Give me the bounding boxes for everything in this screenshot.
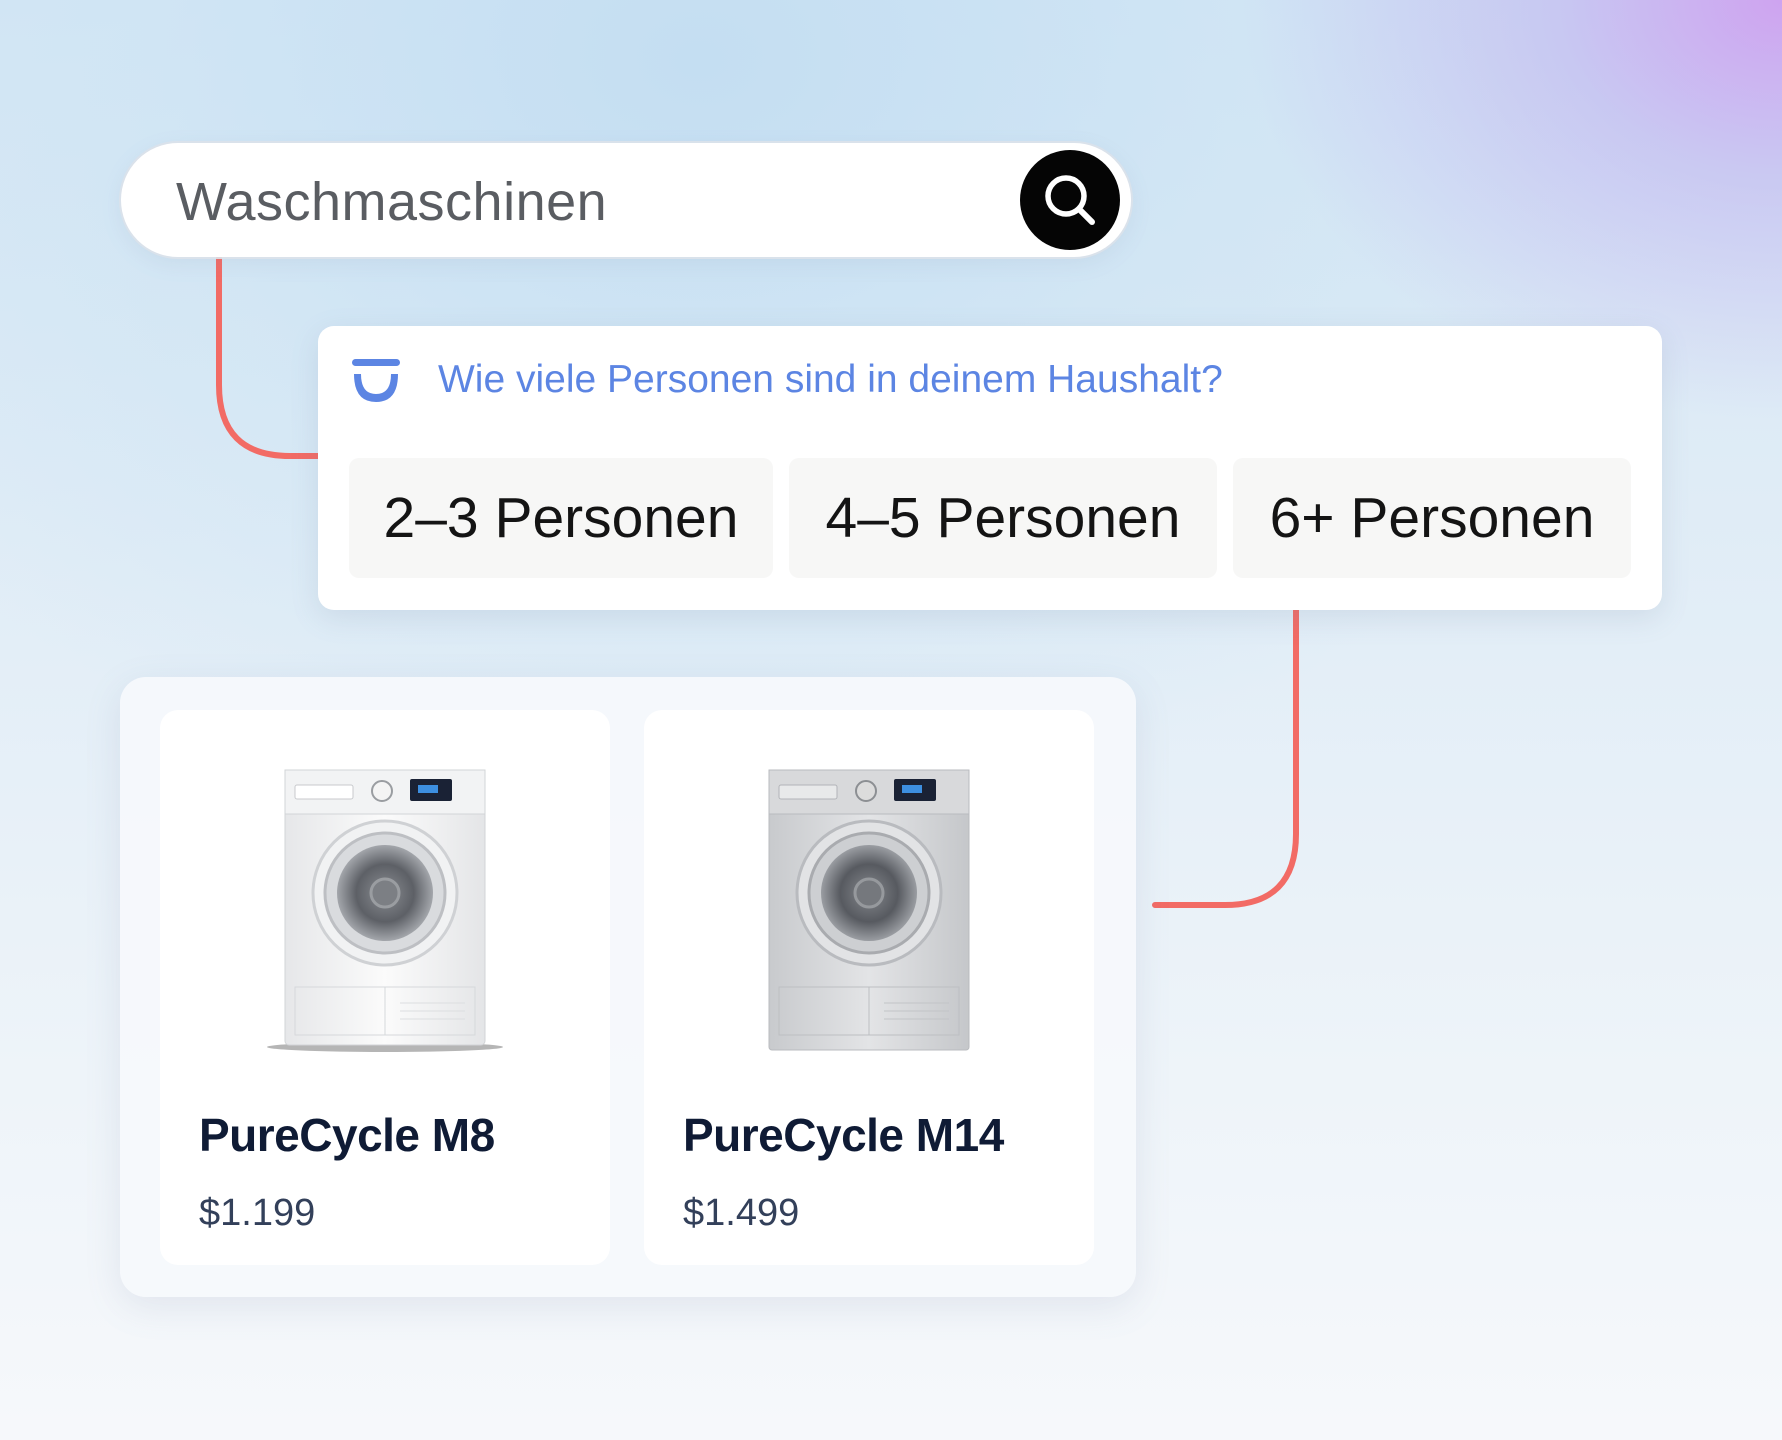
option-6-plus-personen[interactable]: 6+ Personen <box>1233 458 1631 578</box>
product-card[interactable]: PureCycle M8 $1.199 <box>160 710 610 1265</box>
assistant-question-card: Wie viele Personen sind in deinem Hausha… <box>318 326 1662 610</box>
answer-options: 2–3 Personen 4–5 Personen 6+ Personen <box>349 458 1631 578</box>
washing-machine-image <box>768 769 970 1051</box>
connector-search-to-question <box>216 255 321 459</box>
washing-machine-image <box>267 769 503 1052</box>
search-input[interactable]: Waschmaschinen <box>176 171 607 233</box>
product-name[interactable]: PureCycle M14 <box>683 1108 1004 1162</box>
search-icon <box>1045 175 1095 225</box>
assistant-question: Wie viele Personen sind in deinem Hausha… <box>438 358 1223 401</box>
product-card[interactable]: PureCycle M14 $1.499 <box>644 710 1094 1265</box>
option-4-5-personen[interactable]: 4–5 Personen <box>789 458 1217 578</box>
product-name[interactable]: PureCycle M8 <box>199 1108 495 1162</box>
option-2-3-personen[interactable]: 2–3 Personen <box>349 458 773 578</box>
connector-question-to-results <box>1152 607 1299 908</box>
product-results: PureCycle M8 $1.199 PureCycle M14 $1.499 <box>120 677 1136 1297</box>
search-button[interactable] <box>1020 150 1120 250</box>
product-price: $1.499 <box>683 1192 800 1234</box>
search-bar[interactable]: Waschmaschinen <box>121 143 1131 257</box>
product-price: $1.199 <box>199 1192 316 1234</box>
assistant-logo-icon <box>352 359 400 402</box>
